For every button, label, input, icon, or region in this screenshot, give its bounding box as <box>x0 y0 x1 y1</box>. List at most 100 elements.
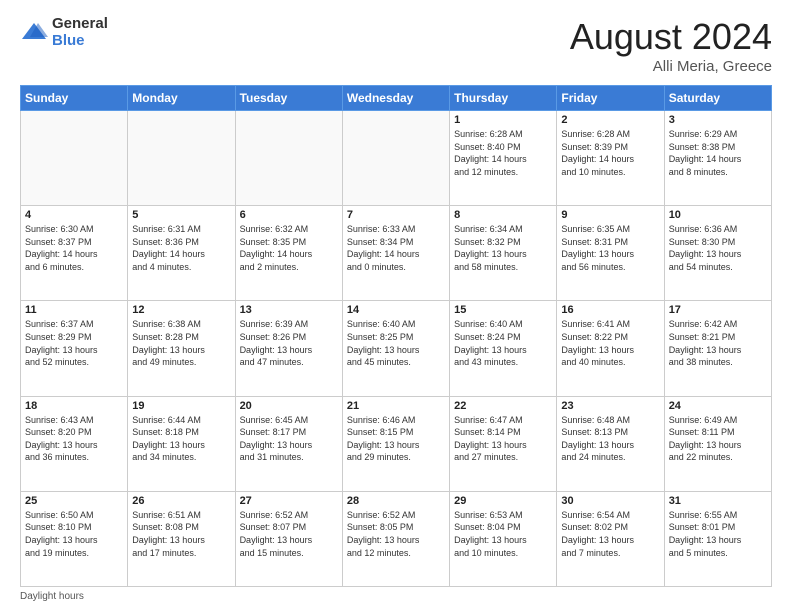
day-number: 13 <box>240 304 338 316</box>
day-info: Sunrise: 6:52 AMSunset: 8:05 PMDaylight:… <box>347 509 445 559</box>
day-info: Sunrise: 6:31 AMSunset: 8:36 PMDaylight:… <box>132 223 230 273</box>
day-number: 31 <box>669 495 767 507</box>
calendar-week-row: 11 Sunrise: 6:37 AMSunset: 8:29 PMDayligh… <box>21 301 772 396</box>
table-row: 24 Sunrise: 6:49 AMSunset: 8:11 PMDayligh… <box>664 396 771 491</box>
header: General Blue August 2024 Alli Meria, Gre… <box>20 16 772 75</box>
table-row: 15 Sunrise: 6:40 AMSunset: 8:24 PMDayligh… <box>450 301 557 396</box>
table-row: 28Sunrise: 6:52 AMSunset: 8:05 PMDayligh… <box>342 491 449 586</box>
calendar-week-row: 25 Sunrise: 6:50 AMSunset: 8:10 PMDayligh… <box>21 491 772 586</box>
day-info: Sunrise: 6:43 AMSunset: 8:20 PMDaylight:… <box>25 414 123 464</box>
day-number: 11 <box>25 304 123 316</box>
day-number: 4 <box>25 209 123 221</box>
day-info: Sunrise: 6:29 AMSunset: 8:38 PMDaylight:… <box>669 128 767 178</box>
header-saturday: Saturday <box>664 86 771 111</box>
table-row: 21 Sunrise: 6:46 AMSunset: 8:15 PMDayligh… <box>342 396 449 491</box>
day-info: Sunrise: 6:53 AMSunset: 8:04 PMDaylight:… <box>454 509 552 559</box>
logo-text: General Blue <box>52 16 108 49</box>
day-info: Sunrise: 6:34 AMSunset: 8:32 PMDaylight:… <box>454 223 552 273</box>
day-info: Sunrise: 6:50 AMSunset: 8:10 PMDaylight:… <box>25 509 123 559</box>
table-row: 30Sunrise: 6:54 AMSunset: 8:02 PMDayligh… <box>557 491 664 586</box>
table-row: 12Sunrise: 6:38 AMSunset: 8:28 PMDayligh… <box>128 301 235 396</box>
day-number: 17 <box>669 304 767 316</box>
day-number: 7 <box>347 209 445 221</box>
weekday-header-row: Sunday Monday Tuesday Wednesday Thursday… <box>21 86 772 111</box>
day-number: 18 <box>25 400 123 412</box>
table-row: 11 Sunrise: 6:37 AMSunset: 8:29 PMDayligh… <box>21 301 128 396</box>
table-row: 18 Sunrise: 6:43 AMSunset: 8:20 PMDayligh… <box>21 396 128 491</box>
day-number: 20 <box>240 400 338 412</box>
day-number: 1 <box>454 114 552 126</box>
table-row: 22 Sunrise: 6:47 AMSunset: 8:14 PMDayligh… <box>450 396 557 491</box>
table-row: 16 Sunrise: 6:41 AMSunset: 8:22 PMDayligh… <box>557 301 664 396</box>
day-number: 14 <box>347 304 445 316</box>
header-tuesday: Tuesday <box>235 86 342 111</box>
calendar-table: Sunday Monday Tuesday Wednesday Thursday… <box>20 85 772 587</box>
table-row: 6 Sunrise: 6:32 AMSunset: 8:35 PMDaylight… <box>235 206 342 301</box>
day-number: 15 <box>454 304 552 316</box>
table-row: 5 Sunrise: 6:31 AMSunset: 8:36 PMDaylight… <box>128 206 235 301</box>
day-number: 19 <box>132 400 230 412</box>
day-info: Sunrise: 6:32 AMSunset: 8:35 PMDaylight:… <box>240 223 338 273</box>
day-info: Sunrise: 6:39 AMSunset: 8:26 PMDaylight:… <box>240 318 338 368</box>
day-info: Sunrise: 6:44 AMSunset: 8:18 PMDaylight:… <box>132 414 230 464</box>
header-wednesday: Wednesday <box>342 86 449 111</box>
day-info: Sunrise: 6:52 AMSunset: 8:07 PMDaylight:… <box>240 509 338 559</box>
day-info: Sunrise: 6:49 AMSunset: 8:11 PMDaylight:… <box>669 414 767 464</box>
header-friday: Friday <box>557 86 664 111</box>
day-info: Sunrise: 6:42 AMSunset: 8:21 PMDaylight:… <box>669 318 767 368</box>
day-number: 25 <box>25 495 123 507</box>
table-row <box>342 111 449 206</box>
footer: Daylight hours <box>20 591 772 602</box>
table-row: 4 Sunrise: 6:30 AMSunset: 8:37 PMDaylight… <box>21 206 128 301</box>
logo-blue-text: Blue <box>52 33 108 50</box>
day-info: Sunrise: 6:51 AMSunset: 8:08 PMDaylight:… <box>132 509 230 559</box>
table-row: 29 Sunrise: 6:53 AMSunset: 8:04 PMDayligh… <box>450 491 557 586</box>
day-number: 6 <box>240 209 338 221</box>
table-row: 2Sunrise: 6:28 AMSunset: 8:39 PMDaylight… <box>557 111 664 206</box>
table-row <box>21 111 128 206</box>
day-info: Sunrise: 6:45 AMSunset: 8:17 PMDaylight:… <box>240 414 338 464</box>
day-info: Sunrise: 6:28 AMSunset: 8:39 PMDaylight:… <box>561 128 659 178</box>
day-info: Sunrise: 6:40 AMSunset: 8:24 PMDaylight:… <box>454 318 552 368</box>
day-info: Sunrise: 6:41 AMSunset: 8:22 PMDaylight:… <box>561 318 659 368</box>
logo-icon <box>20 19 48 47</box>
day-info: Sunrise: 6:48 AMSunset: 8:13 PMDaylight:… <box>561 414 659 464</box>
table-row: 14 Sunrise: 6:40 AMSunset: 8:25 PMDayligh… <box>342 301 449 396</box>
day-number: 22 <box>454 400 552 412</box>
table-row: 23 Sunrise: 6:48 AMSunset: 8:13 PMDayligh… <box>557 396 664 491</box>
logo: General Blue <box>20 16 108 49</box>
day-info: Sunrise: 6:40 AMSunset: 8:25 PMDaylight:… <box>347 318 445 368</box>
calendar-week-row: 4 Sunrise: 6:30 AMSunset: 8:37 PMDaylight… <box>21 206 772 301</box>
table-row: 10Sunrise: 6:36 AMSunset: 8:30 PMDayligh… <box>664 206 771 301</box>
day-info: Sunrise: 6:46 AMSunset: 8:15 PMDaylight:… <box>347 414 445 464</box>
day-number: 29 <box>454 495 552 507</box>
day-number: 10 <box>669 209 767 221</box>
day-number: 5 <box>132 209 230 221</box>
day-info: Sunrise: 6:28 AMSunset: 8:40 PMDaylight:… <box>454 128 552 178</box>
day-number: 16 <box>561 304 659 316</box>
table-row: 27Sunrise: 6:52 AMSunset: 8:07 PMDayligh… <box>235 491 342 586</box>
page: General Blue August 2024 Alli Meria, Gre… <box>0 0 792 612</box>
day-number: 26 <box>132 495 230 507</box>
table-row: 31Sunrise: 6:55 AMSunset: 8:01 PMDayligh… <box>664 491 771 586</box>
day-number: 3 <box>669 114 767 126</box>
table-row <box>235 111 342 206</box>
day-number: 30 <box>561 495 659 507</box>
day-info: Sunrise: 6:47 AMSunset: 8:14 PMDaylight:… <box>454 414 552 464</box>
table-row: 7Sunrise: 6:33 AMSunset: 8:34 PMDaylight… <box>342 206 449 301</box>
day-info: Sunrise: 6:30 AMSunset: 8:37 PMDaylight:… <box>25 223 123 273</box>
daylight-label: Daylight hours <box>20 591 84 602</box>
day-number: 23 <box>561 400 659 412</box>
table-row: 26 Sunrise: 6:51 AMSunset: 8:08 PMDayligh… <box>128 491 235 586</box>
day-number: 21 <box>347 400 445 412</box>
table-row: 20 Sunrise: 6:45 AMSunset: 8:17 PMDayligh… <box>235 396 342 491</box>
day-number: 8 <box>454 209 552 221</box>
day-info: Sunrise: 6:37 AMSunset: 8:29 PMDaylight:… <box>25 318 123 368</box>
day-info: Sunrise: 6:38 AMSunset: 8:28 PMDaylight:… <box>132 318 230 368</box>
location-title: Alli Meria, Greece <box>570 58 772 75</box>
table-row: 3 Sunrise: 6:29 AMSunset: 8:38 PMDaylight… <box>664 111 771 206</box>
table-row: 8 Sunrise: 6:34 AMSunset: 8:32 PMDaylight… <box>450 206 557 301</box>
table-row: 25 Sunrise: 6:50 AMSunset: 8:10 PMDayligh… <box>21 491 128 586</box>
table-row: 19 Sunrise: 6:44 AMSunset: 8:18 PMDayligh… <box>128 396 235 491</box>
day-number: 24 <box>669 400 767 412</box>
